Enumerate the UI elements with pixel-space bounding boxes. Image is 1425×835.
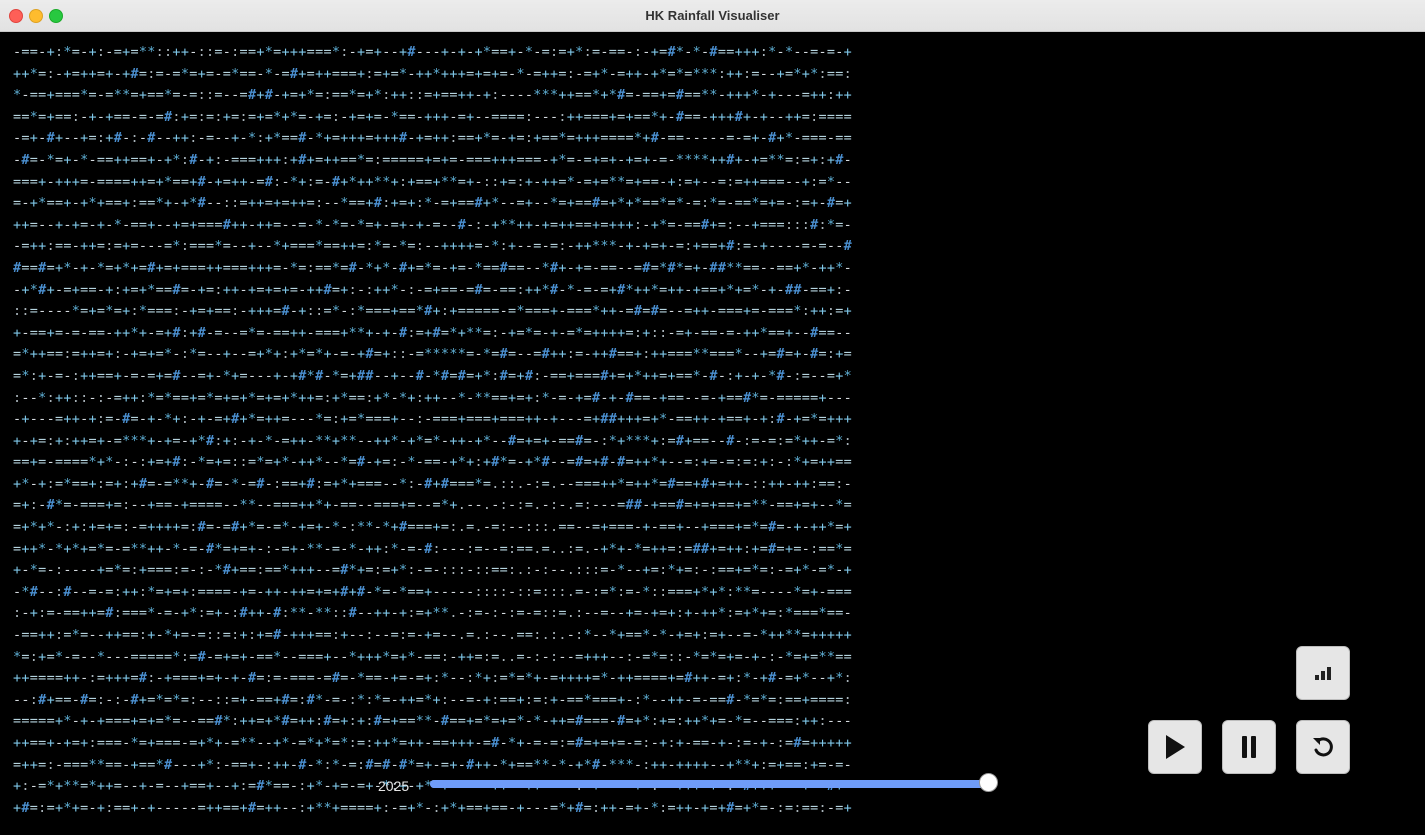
rainfall-canvas: -==-+:*=-+:-=+=**::++-::=-:==+*=+++===*:… (0, 32, 1425, 835)
year-slider-fill (430, 780, 988, 788)
reset-button[interactable] (1296, 720, 1350, 774)
reset-icon (1310, 734, 1336, 760)
year-slider-thumb[interactable] (979, 773, 998, 792)
maximize-window-button[interactable] (49, 9, 63, 23)
minimize-window-button[interactable] (29, 9, 43, 23)
pause-button[interactable] (1222, 720, 1276, 774)
play-button[interactable] (1148, 720, 1202, 774)
bar-chart-icon (1313, 665, 1333, 681)
window-title: HK Rainfall Visualiser (645, 8, 780, 23)
year-label: 2025 (378, 778, 410, 794)
stats-button[interactable] (1296, 646, 1350, 700)
play-icon (1163, 734, 1187, 760)
year-slider[interactable] (430, 773, 998, 792)
pause-icon (1239, 735, 1259, 759)
ascii-rainfall-art: -==-+:*=-+:-=+=**::++-::=-:==+*=+++===*:… (13, 45, 853, 816)
title-bar: HK Rainfall Visualiser (0, 0, 1425, 32)
close-window-button[interactable] (9, 9, 23, 23)
